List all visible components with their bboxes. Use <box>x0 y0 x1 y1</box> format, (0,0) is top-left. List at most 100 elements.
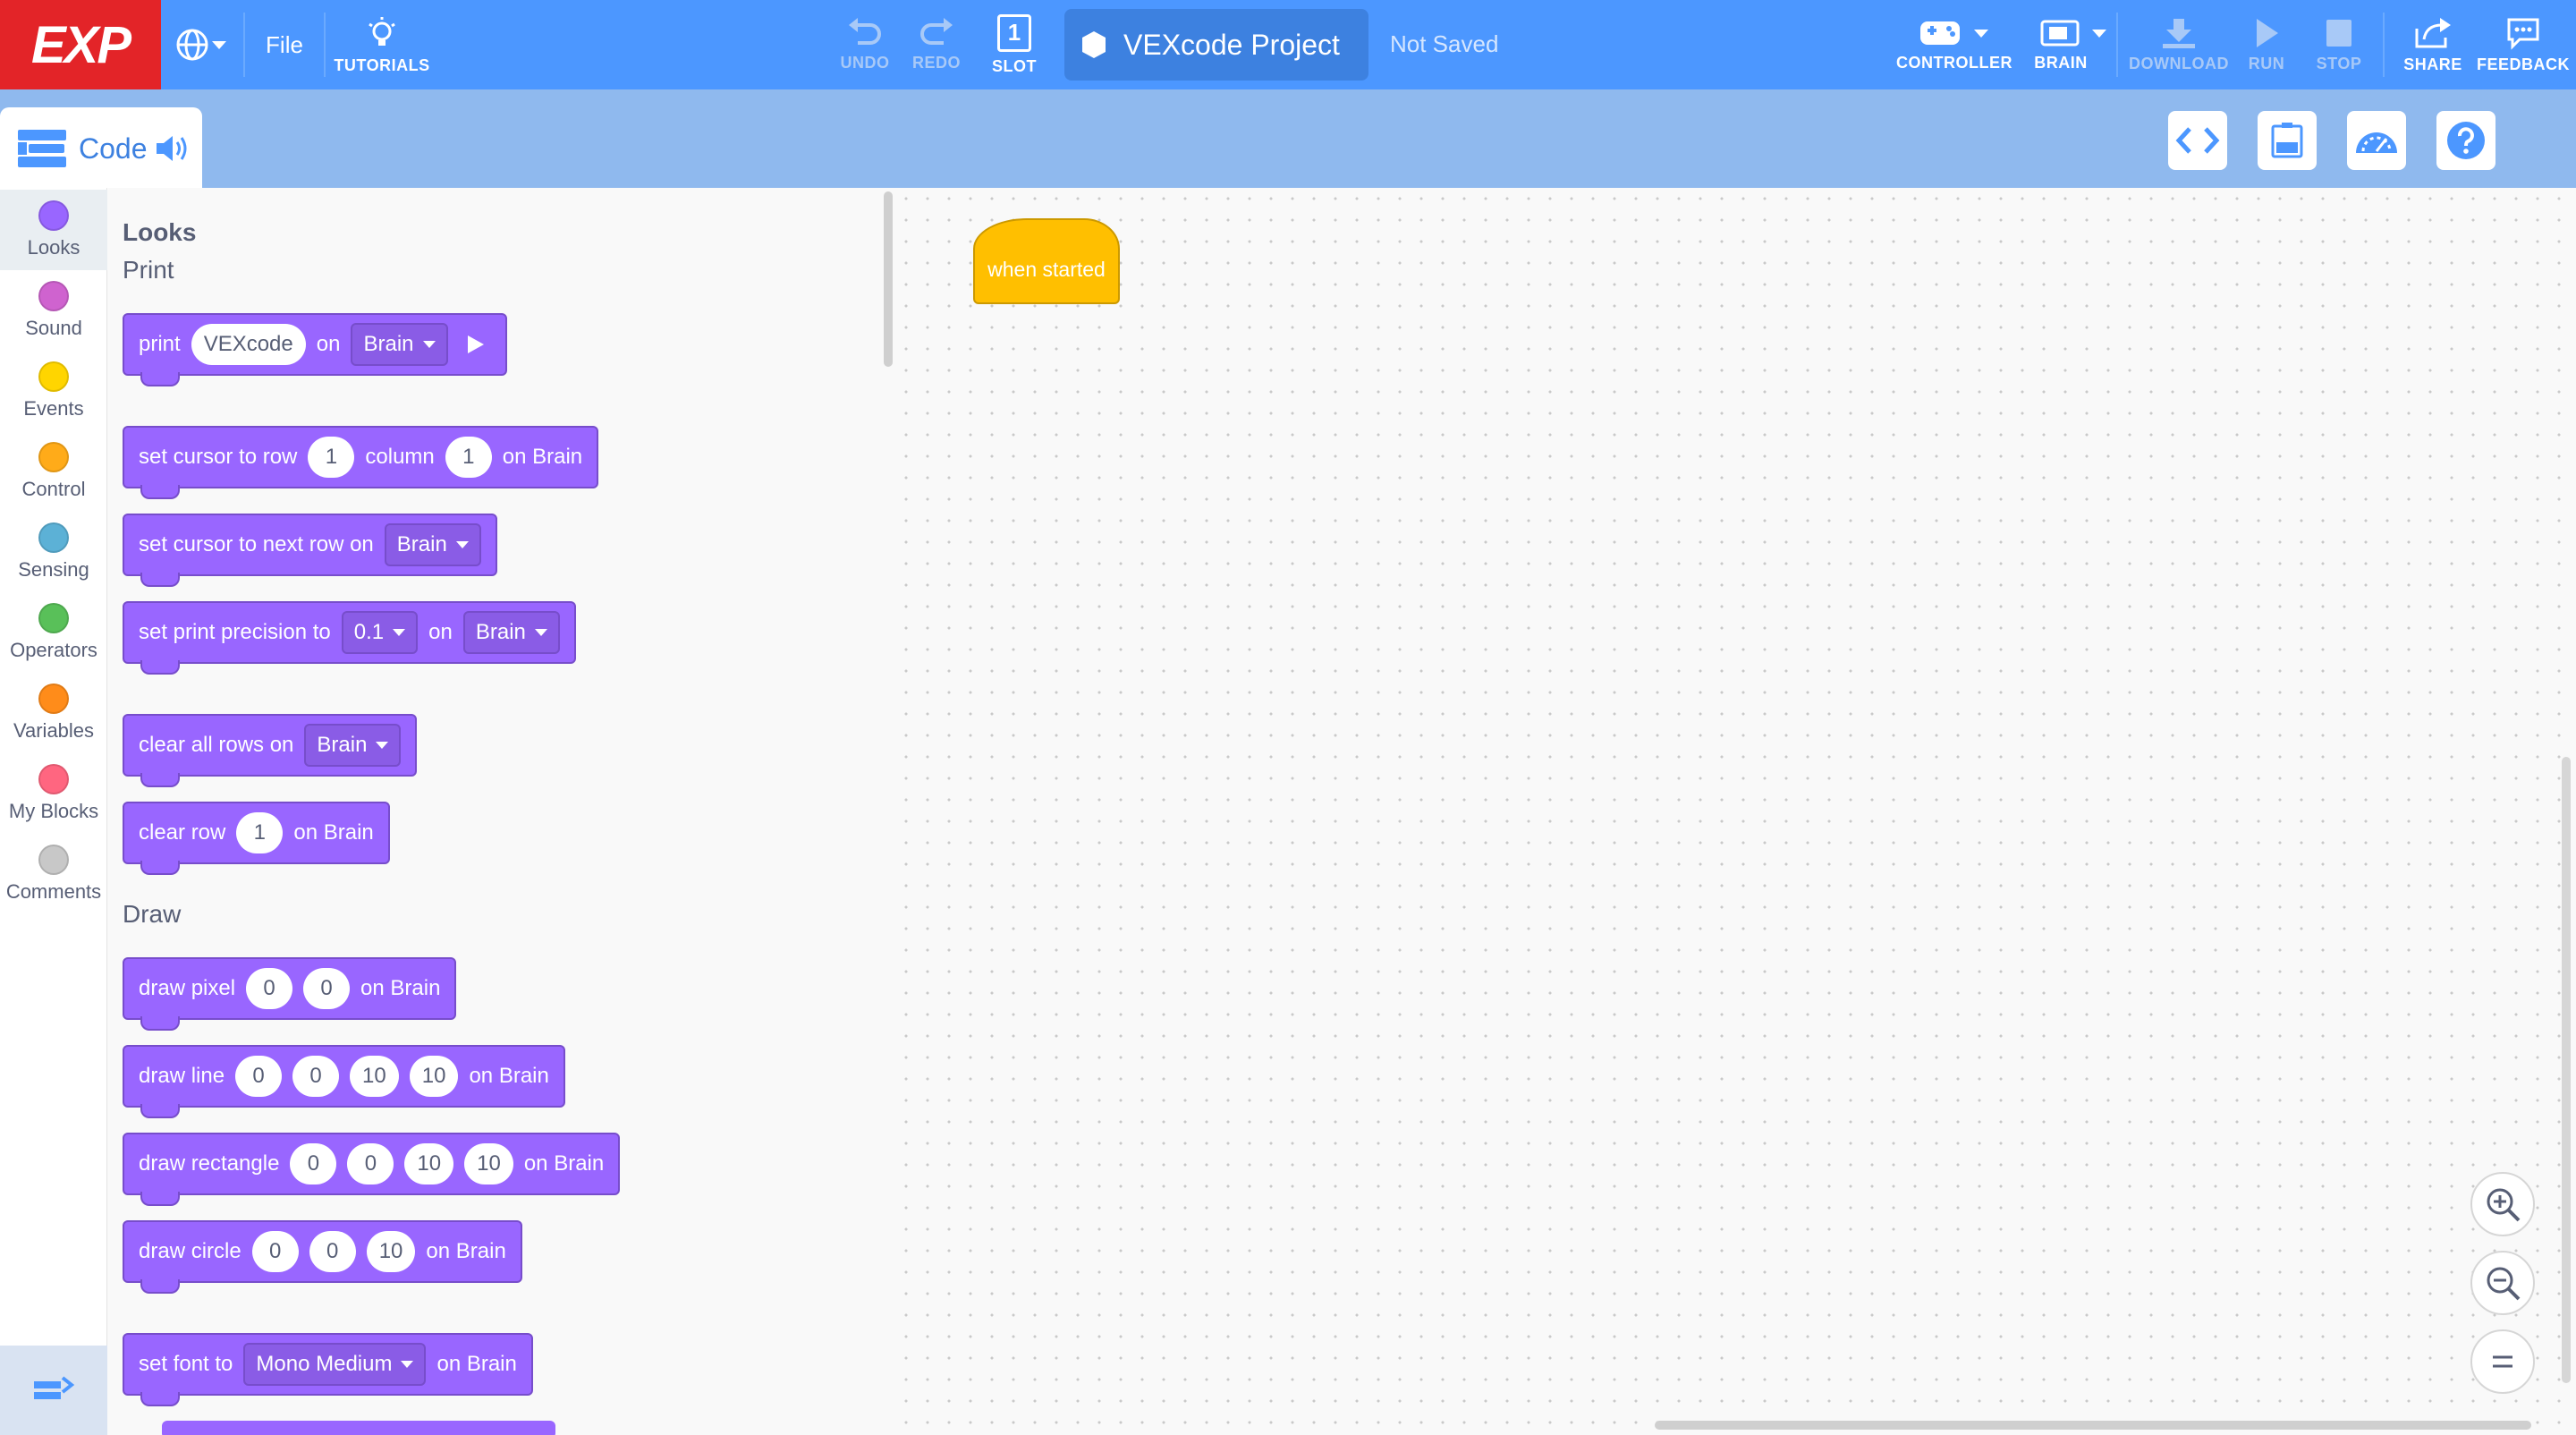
width-input[interactable]: 10 <box>404 1143 454 1185</box>
block-palette: Looks Print print VEXcode on Brain set c… <box>108 188 895 1435</box>
y2-input[interactable]: 10 <box>409 1056 459 1097</box>
lightbulb-icon <box>369 16 395 46</box>
brain-icon <box>2040 20 2080 46</box>
feedback-icon <box>2507 18 2539 50</box>
slot-icon: 1 <box>997 13 1031 52</box>
save-status: Not Saved <box>1390 30 1499 57</box>
set-cursor-block[interactable]: set cursor to row 1 column 1 on Brain <box>123 426 599 499</box>
feedback-button[interactable]: FEEDBACK <box>2476 0 2571 89</box>
run-label: RUN <box>2248 54 2285 72</box>
download-icon <box>2163 18 2195 48</box>
text-input[interactable]: VEXcode <box>191 324 306 365</box>
x-input[interactable]: 0 <box>246 968 293 1009</box>
palette-scrollbar[interactable] <box>884 191 893 367</box>
set-cursor-next-row-block[interactable]: set cursor to next row on Brain <box>123 514 497 587</box>
category-label: Control <box>21 478 86 500</box>
brain-dropdown[interactable]: Brain <box>304 724 402 767</box>
text-code-button[interactable] <box>2168 111 2227 170</box>
x1-input[interactable]: 0 <box>235 1056 283 1097</box>
slot-button[interactable]: 1 SLOT <box>979 0 1050 89</box>
y-input[interactable]: 0 <box>303 968 351 1009</box>
clear-all-rows-block[interactable]: clear all rows on Brain <box>123 714 418 787</box>
palette-section-draw: Draw <box>123 900 182 928</box>
code-workspace[interactable] <box>895 188 2576 1435</box>
zoom-out-button[interactable] <box>2470 1251 2535 1315</box>
category-label: Comments <box>5 880 102 903</box>
x2-input[interactable]: 10 <box>350 1056 399 1097</box>
brain-dropdown[interactable]: Brain <box>384 523 481 566</box>
download-button[interactable]: DOWNLOAD <box>2125 0 2233 89</box>
block-text: clear row <box>139 820 226 845</box>
chevron-down-icon <box>1974 29 1988 38</box>
category-label: My Blocks <box>8 800 99 822</box>
share-button[interactable]: SHARE <box>2397 0 2469 89</box>
extensions-button[interactable] <box>0 1346 107 1435</box>
partial-block[interactable] <box>162 1421 555 1435</box>
font-dropdown[interactable]: Mono Medium <box>243 1343 427 1386</box>
print-block[interactable]: print VEXcode on Brain <box>123 313 507 386</box>
feedback-label: FEEDBACK <box>2476 55 2570 73</box>
when-started-block[interactable]: when started <box>973 218 1120 304</box>
share-icon <box>2415 17 2451 47</box>
set-font-block[interactable]: set font to Mono Medium on Brain <box>123 1333 533 1406</box>
category-comments[interactable]: Comments <box>0 834 107 914</box>
category-operators[interactable]: Operators <box>0 592 107 673</box>
globe-icon <box>176 29 208 61</box>
tutorials-button[interactable]: TUTORIALS <box>331 0 433 89</box>
x-input[interactable]: 0 <box>290 1143 337 1185</box>
brain-dropdown[interactable]: Brain <box>462 611 560 654</box>
device-button[interactable] <box>2258 111 2317 170</box>
category-events[interactable]: Events <box>0 351 107 431</box>
draw-rectangle-block[interactable]: draw rectangle 0 0 10 10 on Brain <box>123 1133 621 1206</box>
block-text: on Brain <box>523 1151 605 1176</box>
draw-pixel-block[interactable]: draw pixel 0 0 on Brain <box>123 957 457 1031</box>
category-sensing[interactable]: Sensing <box>0 512 107 592</box>
controller-menu-button[interactable]: CONTROLLER <box>1896 0 2012 89</box>
radius-input[interactable]: 10 <box>366 1231 416 1272</box>
row-input[interactable]: 1 <box>236 812 284 853</box>
tutorials-label: TUTORIALS <box>334 55 430 74</box>
file-menu[interactable]: File <box>258 0 311 89</box>
category-variables[interactable]: Variables <box>0 673 107 753</box>
brain-dropdown[interactable]: Brain <box>351 323 448 366</box>
redo-button[interactable]: REDO <box>903 0 970 89</box>
run-block-icon[interactable] <box>462 332 487 357</box>
stop-button[interactable]: STOP <box>2308 0 2370 89</box>
set-print-precision-block[interactable]: set print precision to 0.1 on Brain <box>123 601 576 675</box>
monitor-button[interactable] <box>2347 111 2406 170</box>
category-my-blocks[interactable]: My Blocks <box>0 753 107 834</box>
slot-label: SLOT <box>992 56 1037 75</box>
category-control[interactable]: Control <box>0 431 107 512</box>
tab-code[interactable]: Code <box>0 107 202 190</box>
undo-icon <box>849 17 881 45</box>
category-sound[interactable]: Sound <box>0 270 107 351</box>
y-input[interactable]: 0 <box>347 1143 394 1185</box>
speaker-icon[interactable] <box>155 133 191 164</box>
help-button[interactable] <box>2436 111 2496 170</box>
brain-label: BRAIN <box>2034 53 2088 72</box>
workspace-horizontal-scrollbar[interactable] <box>1655 1421 2531 1430</box>
zoom-reset-button[interactable] <box>2470 1329 2535 1394</box>
toolbar-divider <box>2116 13 2118 77</box>
zoom-in-button[interactable] <box>2470 1172 2535 1236</box>
project-name-field[interactable]: VEXcode Project <box>1064 9 1368 81</box>
undo-button[interactable]: UNDO <box>832 0 898 89</box>
precision-dropdown[interactable]: 0.1 <box>341 611 419 654</box>
x-input[interactable]: 0 <box>251 1231 299 1272</box>
category-dot <box>38 522 69 553</box>
y-input[interactable]: 0 <box>309 1231 356 1272</box>
row-input[interactable]: 1 <box>308 437 355 478</box>
draw-line-block[interactable]: draw line 0 0 10 10 on Brain <box>123 1045 565 1118</box>
clear-row-block[interactable]: clear row 1 on Brain <box>123 802 390 875</box>
workspace-vertical-scrollbar[interactable] <box>2562 757 2571 1383</box>
run-button[interactable]: RUN <box>2240 0 2293 89</box>
height-input[interactable]: 10 <box>464 1143 513 1185</box>
language-menu-button[interactable] <box>170 0 233 89</box>
column-input[interactable]: 1 <box>445 437 492 478</box>
block-text: on <box>316 332 341 356</box>
y1-input[interactable]: 0 <box>292 1056 340 1097</box>
draw-circle-block[interactable]: draw circle 0 0 10 on Brain <box>123 1220 522 1294</box>
chevron-down-icon <box>2092 29 2106 38</box>
brain-menu-button[interactable]: BRAIN <box>2023 0 2106 89</box>
category-looks[interactable]: Looks <box>0 190 107 270</box>
